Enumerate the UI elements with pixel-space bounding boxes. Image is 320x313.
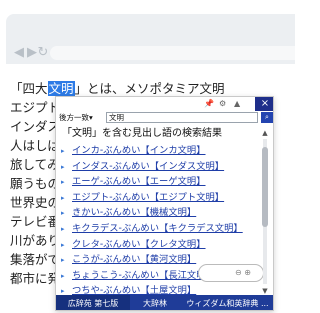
dictionary-tabs: 広辞苑 第七版 大辞林 ウィズダム和英辞典 ...	[56, 295, 273, 310]
search-input[interactable]: 文明	[106, 112, 258, 123]
result-label: キクラデス-ぶんめい【キクラデス文明】	[72, 222, 243, 234]
result-label: こうが-ぶんめい【黄河文明】	[72, 254, 197, 266]
bullet-icon: ▸	[61, 256, 65, 265]
search-mode-select[interactable]: 後方一致▾	[59, 112, 93, 123]
bullet-icon: ▸	[61, 224, 65, 233]
search-icon: ⌕	[265, 113, 269, 121]
tab-wisdom[interactable]: ウィズダム和英辞典 ...	[180, 295, 273, 310]
result-item[interactable]: ▸ インカ-ぶんめい【インカ文明】	[60, 143, 256, 159]
arrow-left-icon[interactable]: ◀	[12, 46, 26, 60]
bullet-icon: ▸	[61, 178, 65, 187]
scrollbar[interactable]: ▲ ▼	[261, 129, 269, 297]
article-text-segment: 「四大	[10, 81, 48, 96]
result-label: インダス-ぶんめい【インダス文明】	[72, 160, 225, 172]
search-button[interactable]: ⌕	[261, 112, 273, 123]
result-label: きかい-ぶんめい【機械文明】	[72, 207, 197, 219]
article-text-segment: 」とは、メソポタミア文明	[74, 81, 225, 96]
result-label: ちょうこう-ぶんめい【長江文明】	[72, 269, 215, 281]
tab-kojien[interactable]: 広辞苑 第七版	[56, 295, 130, 310]
bullet-icon: ▸	[61, 209, 65, 218]
reload-icon[interactable]: ↻	[36, 46, 50, 60]
results-title: 「文明」を含む見出し語の検索結果	[62, 128, 222, 139]
result-label: エジプト-ぶんめい【エジプト文明】	[72, 191, 225, 203]
result-item[interactable]: ▸ きかい-ぶんめい【機械文明】	[60, 205, 256, 221]
result-item[interactable]: ▸ クレタ-ぶんめい【クレタ文明】	[60, 237, 256, 253]
dictionary-popup: 📌 ⚙ ▲ × 後方一致▾ 文明 ⌕ 「文明」を含む見出し語の検索結果 ▸ インカ…	[55, 96, 274, 311]
selected-word[interactable]: 文明	[47, 81, 75, 96]
result-label: クレタ-ぶんめい【クレタ文明】	[72, 238, 206, 250]
gear-icon[interactable]: ⚙	[219, 98, 226, 110]
pin-icon[interactable]: 📌	[204, 98, 214, 110]
search-row: 後方一致▾ 文明 ⌕	[58, 112, 273, 123]
result-item[interactable]: ▸ エジプト-ぶんめい【エジプト文明】	[60, 190, 256, 206]
scroll-down-icon[interactable]: ▼	[261, 287, 269, 295]
circle-plus-icon[interactable]: ⊕	[244, 268, 251, 277]
result-item[interactable]: ▸ エーゲ-ぶんめい【エーゲ文明】	[60, 174, 256, 190]
tab-daijirin[interactable]: 大辞林	[130, 295, 180, 310]
popup-header: 📌 ⚙ ▲ ×	[56, 97, 273, 111]
chevron-up-icon[interactable]: ▲	[234, 98, 240, 110]
bullet-icon: ▸	[61, 193, 65, 202]
close-button[interactable]: ×	[255, 97, 273, 111]
result-item[interactable]: ▸ インダス-ぶんめい【インダス文明】	[60, 159, 256, 175]
hover-toolbar[interactable]: ⊖ ⊕	[198, 264, 264, 282]
bullet-icon: ▸	[61, 162, 65, 171]
bullet-icon: ▸	[61, 147, 65, 155]
search-mode-label: 後方一致	[59, 113, 89, 122]
result-label: インカ-ぶんめい【インカ文明】	[72, 145, 206, 156]
scroll-up-icon[interactable]: ▲	[261, 129, 269, 137]
address-bar[interactable]	[50, 46, 295, 60]
bullet-icon: ▸	[61, 240, 65, 249]
circle-minus-icon[interactable]: ⊖	[235, 268, 242, 277]
browser-top-bar	[6, 14, 295, 42]
result-item[interactable]: ▸ キクラデス-ぶんめい【キクラデス文明】	[60, 221, 256, 237]
bullet-icon: ▸	[61, 271, 65, 280]
result-label: エーゲ-ぶんめい【エーゲ文明】	[72, 176, 206, 188]
scroll-thumb[interactable]	[262, 147, 268, 227]
chevron-down-icon: ▾	[89, 113, 93, 122]
